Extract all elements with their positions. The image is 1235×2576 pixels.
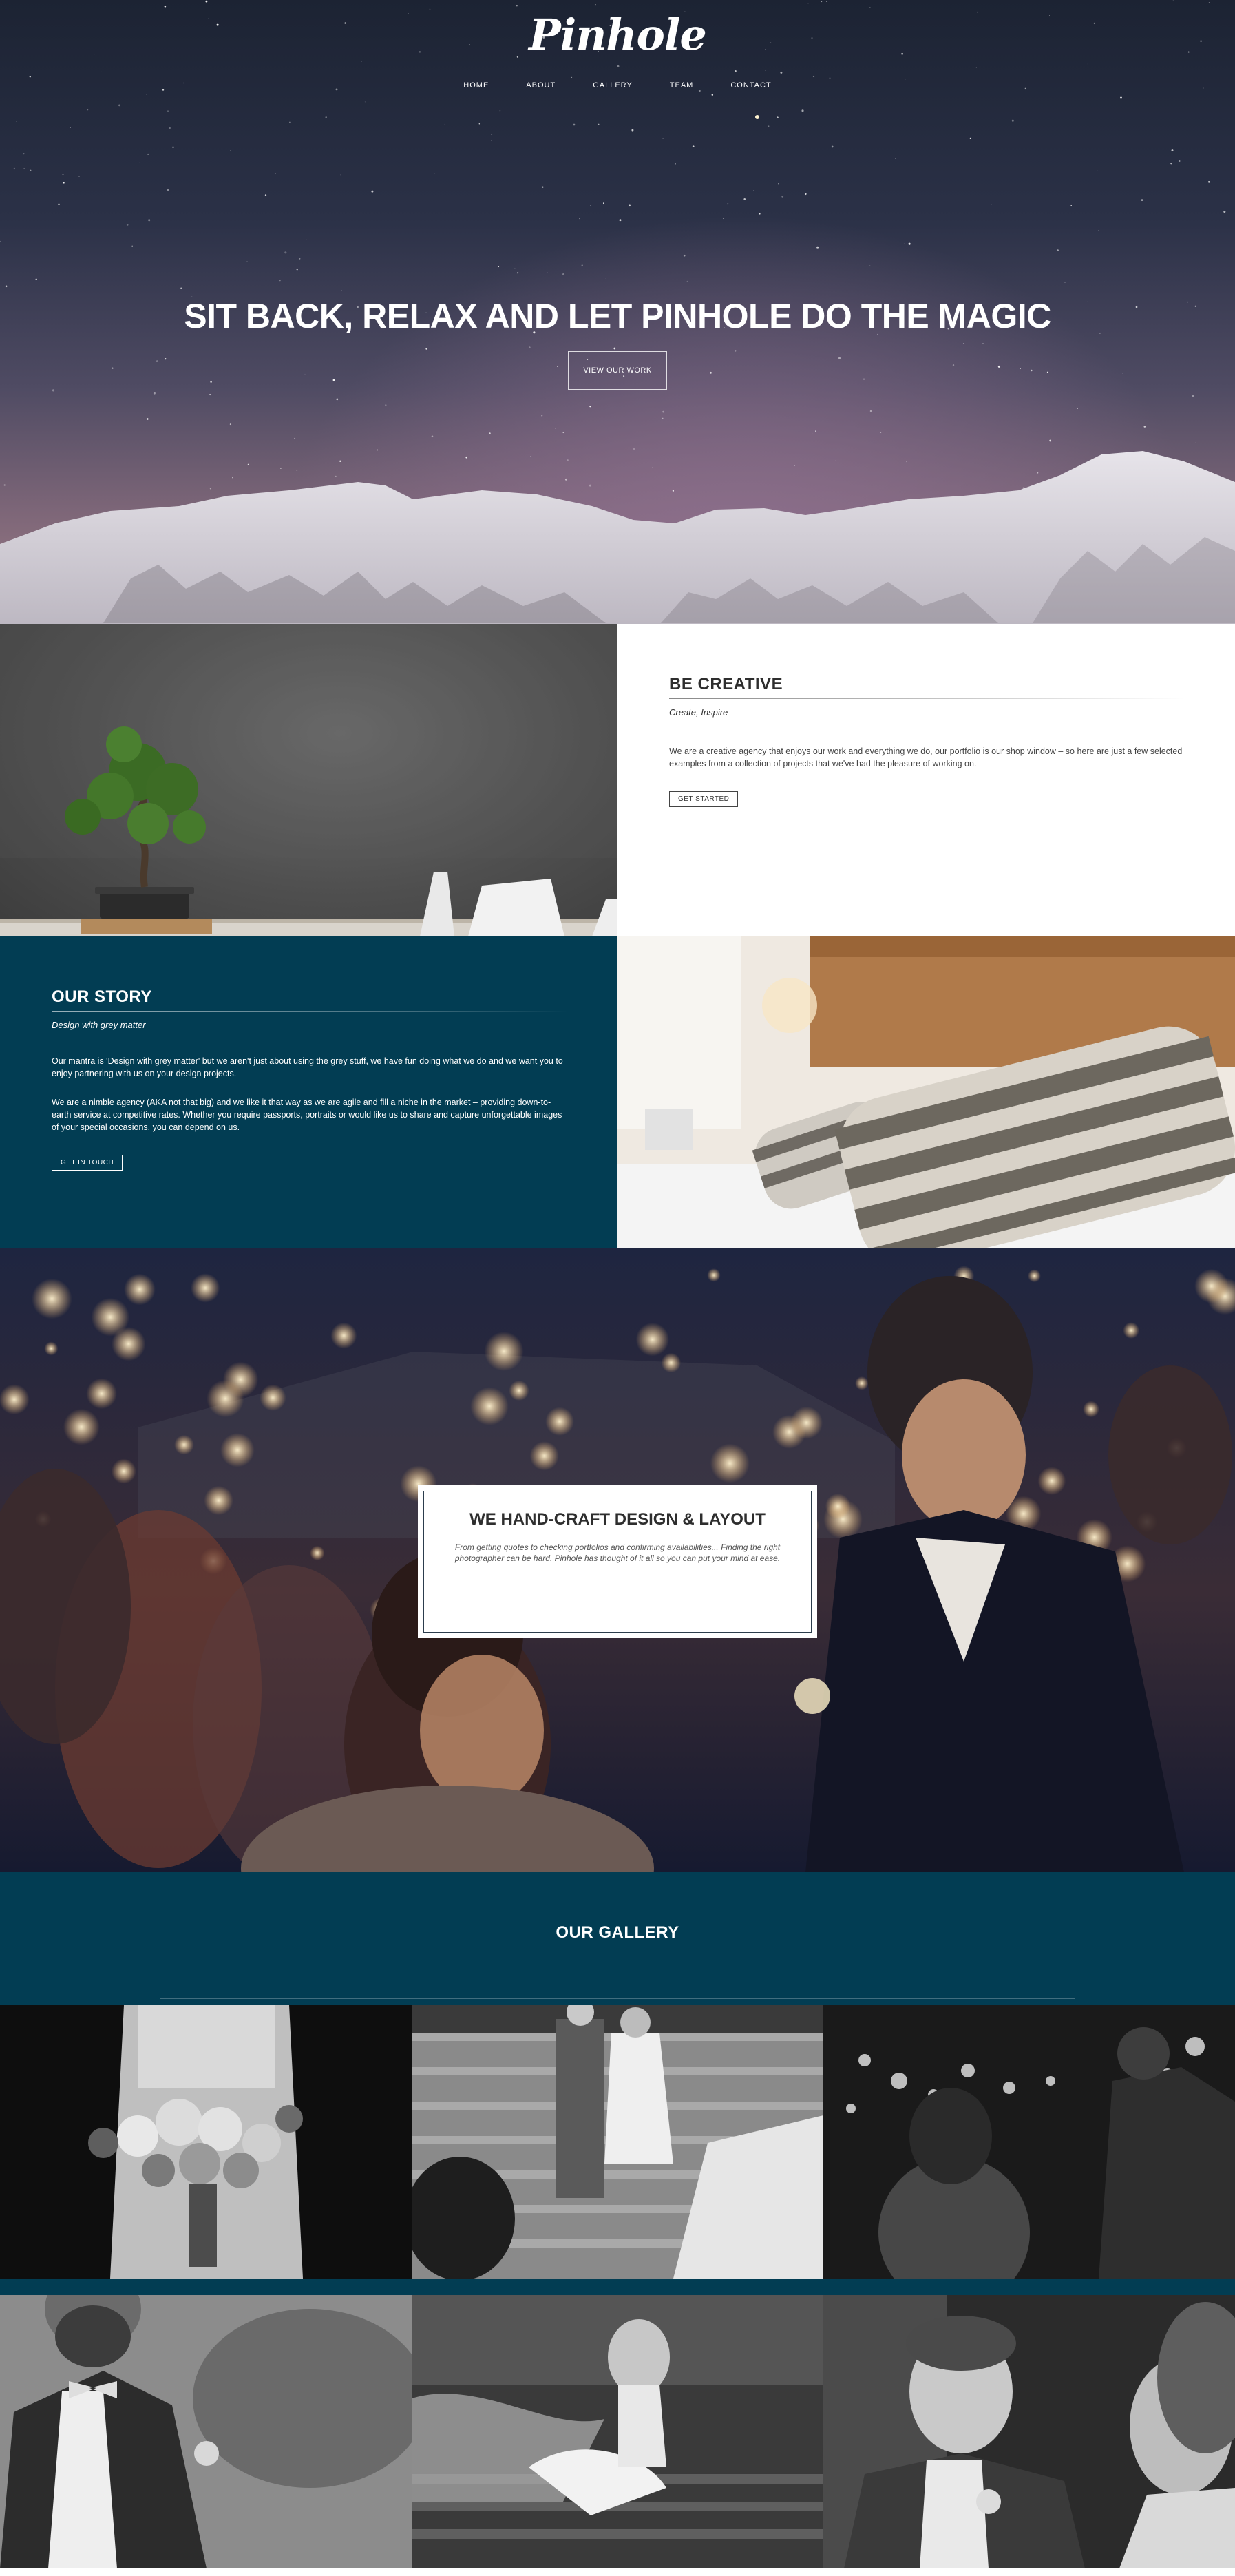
our-story-section: OUR STORY Design with grey matter Our ma… bbox=[0, 936, 618, 1248]
be-creative-subtitle: Create, Inspire bbox=[669, 707, 728, 718]
nav-gallery[interactable]: GALLERY bbox=[574, 77, 651, 94]
gallery-bouquet-image[interactable] bbox=[0, 2005, 412, 2279]
be-creative-body: We are a creative agency that enjoys our… bbox=[669, 746, 1183, 768]
gallery-smiling-couple-image[interactable] bbox=[823, 2295, 1235, 2568]
main-nav: HOME ABOUT GALLERY TEAM CONTACT bbox=[0, 77, 1235, 94]
our-story-title: OUR STORY bbox=[52, 987, 152, 1006]
our-story-body-2: We are a nimble agency (AKA not that big… bbox=[52, 1098, 562, 1132]
section-divider bbox=[52, 1011, 568, 1012]
view-our-work-button[interactable]: VIEW OUR WORK bbox=[568, 351, 667, 390]
nav-contact[interactable]: CONTACT bbox=[712, 77, 790, 94]
be-creative-section: BE CREATIVE Create, Inspire We are a cre… bbox=[618, 624, 1235, 936]
hero-title: SIT BACK, RELAX AND LET PINHOLE DO THE M… bbox=[184, 297, 1051, 335]
gallery-groom-image[interactable] bbox=[0, 2295, 412, 2568]
nav-team[interactable]: TEAM bbox=[651, 77, 712, 94]
get-in-touch-button[interactable]: GET IN TOUCH bbox=[52, 1155, 123, 1171]
gallery-header: OUR GALLERY bbox=[0, 1872, 1235, 2005]
section-divider bbox=[669, 698, 1185, 699]
handcraft-body: From getting quotes to checking portfoli… bbox=[454, 1542, 781, 1563]
striped-pillows-image bbox=[618, 936, 1235, 1248]
gallery-row-divider bbox=[0, 2279, 1235, 2295]
nav-home[interactable]: HOME bbox=[445, 77, 507, 94]
gallery-sparklers-bw-image[interactable] bbox=[823, 2005, 1235, 2279]
gallery-title: OUR GALLERY bbox=[556, 1923, 679, 1942]
get-started-button[interactable]: GET STARTED bbox=[669, 791, 739, 807]
bonsai-image bbox=[0, 624, 618, 936]
our-story-subtitle: Design with grey matter bbox=[52, 1020, 146, 1030]
handcraft-card: WE HAND-CRAFT DESIGN & LAYOUT From getti… bbox=[418, 1485, 817, 1638]
gallery-divider bbox=[160, 1998, 1075, 1999]
nav-about[interactable]: ABOUT bbox=[507, 77, 574, 94]
gallery-bride-stairs-image[interactable] bbox=[412, 2295, 823, 2568]
gallery-stairs-couple-image[interactable] bbox=[412, 2005, 823, 2279]
handcraft-title: WE HAND-CRAFT DESIGN & LAYOUT bbox=[469, 1510, 766, 1529]
our-story-body-1: Our mantra is 'Design with grey matter' … bbox=[52, 1056, 563, 1078]
brand-logo[interactable]: Pinhole bbox=[0, 10, 1235, 60]
be-creative-title: BE CREATIVE bbox=[669, 675, 783, 693]
hero-section: Pinhole HOME ABOUT GALLERY TEAM CONTACT … bbox=[0, 0, 1235, 624]
